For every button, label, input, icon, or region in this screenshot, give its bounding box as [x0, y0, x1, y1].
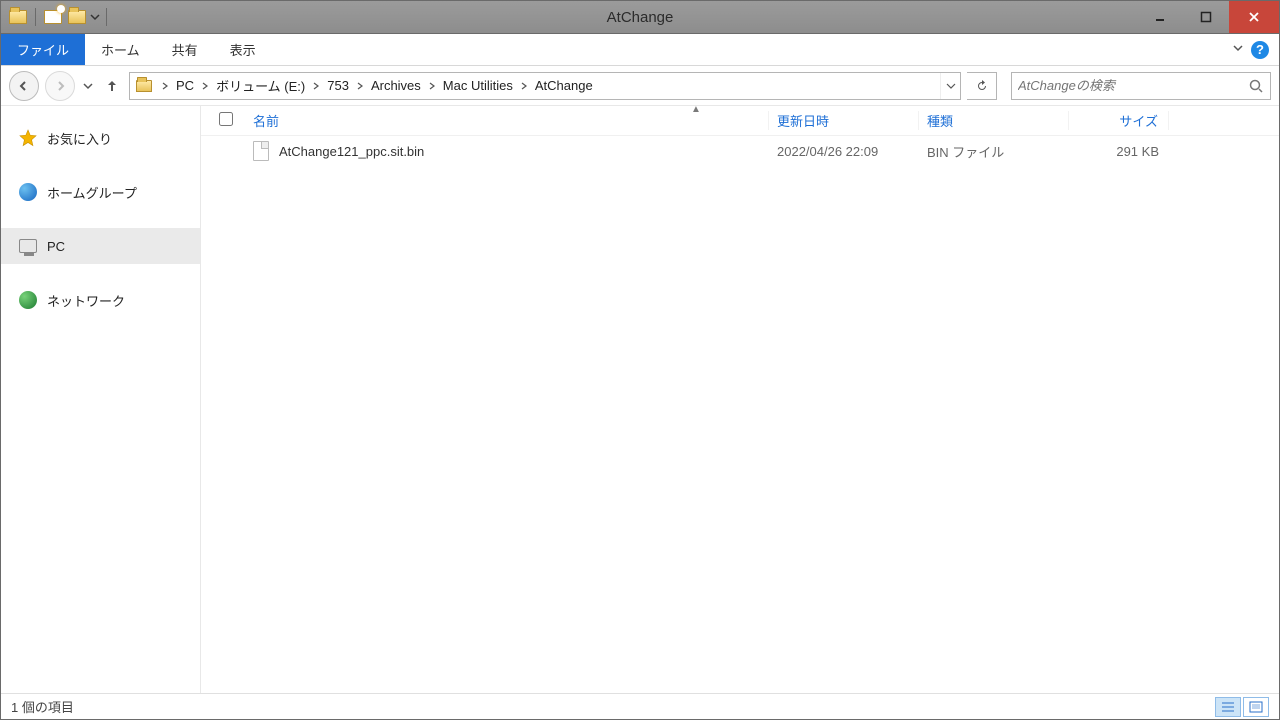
sidebar-item-network[interactable]: ネットワーク	[1, 282, 200, 318]
maximize-button[interactable]	[1183, 1, 1229, 33]
chevron-right-icon[interactable]	[158, 73, 172, 99]
breadcrumb-atchange[interactable]: AtChange	[531, 73, 597, 99]
file-name: AtChange121_ppc.sit.bin	[279, 144, 424, 159]
pc-icon	[19, 239, 37, 253]
file-date: 2022/04/26 22:09	[769, 144, 919, 159]
tab-view[interactable]: 表示	[214, 34, 272, 65]
file-row[interactable]: AtChange121_ppc.sit.bin 2022/04/26 22:09…	[201, 136, 1279, 166]
ribbon-collapse-icon[interactable]	[1231, 41, 1245, 58]
search-box[interactable]	[1011, 72, 1271, 100]
breadcrumb-753[interactable]: 753	[323, 73, 353, 99]
history-dropdown[interactable]	[81, 81, 95, 91]
column-type[interactable]: 種類	[919, 111, 1069, 130]
titlebar: AtChange	[1, 1, 1279, 34]
separator	[106, 8, 107, 26]
separator	[35, 8, 36, 26]
up-button[interactable]	[101, 75, 123, 97]
qat-dropdown[interactable]	[90, 6, 100, 28]
chevron-right-icon[interactable]	[309, 73, 323, 99]
navigation-bar: PC ボリューム (E:) 753 Archives Mac Utilities…	[1, 66, 1279, 106]
view-mode-toggles	[1215, 697, 1269, 717]
file-rows: AtChange121_ppc.sit.bin 2022/04/26 22:09…	[201, 136, 1279, 693]
status-bar: 1 個の項目	[1, 693, 1279, 719]
tab-share[interactable]: 共有	[156, 34, 214, 65]
close-button[interactable]	[1229, 1, 1279, 33]
chevron-right-icon[interactable]	[198, 73, 212, 99]
ribbon-tabs: ファイル ホーム 共有 表示 ?	[1, 34, 1279, 66]
icons-view-button[interactable]	[1243, 697, 1269, 717]
breadcrumb-volume[interactable]: ボリューム (E:)	[212, 73, 309, 99]
tab-home[interactable]: ホーム	[85, 34, 156, 65]
details-view-button[interactable]	[1215, 697, 1241, 717]
sidebar-label: PC	[47, 239, 65, 254]
star-icon	[19, 129, 37, 147]
breadcrumb-archives[interactable]: Archives	[367, 73, 425, 99]
back-button[interactable]	[9, 71, 39, 101]
file-list-pane: 名前 ▲ 更新日時 種類 サイズ AtChange121_ppc.sit.bin…	[201, 106, 1279, 693]
search-input[interactable]	[1018, 78, 1248, 93]
help-icon[interactable]: ?	[1251, 41, 1269, 59]
navigation-pane: お気に入り ホームグループ PC ネットワーク	[1, 106, 201, 693]
chevron-right-icon[interactable]	[517, 73, 531, 99]
quick-access-toolbar	[1, 6, 117, 28]
folder-icon[interactable]	[7, 6, 29, 28]
sidebar-label: ホームグループ	[47, 183, 137, 202]
folder-icon	[130, 80, 158, 92]
sidebar-label: ネットワーク	[47, 291, 125, 310]
file-type: BIN ファイル	[919, 142, 1069, 161]
properties-icon[interactable]	[42, 6, 64, 28]
breadcrumb-macutilities[interactable]: Mac Utilities	[439, 73, 517, 99]
select-all-checkbox[interactable]	[219, 112, 245, 129]
network-icon	[19, 291, 37, 309]
breadcrumb-pc[interactable]: PC	[172, 73, 198, 99]
refresh-button[interactable]	[967, 72, 997, 100]
file-icon	[253, 141, 269, 161]
search-icon[interactable]	[1248, 78, 1264, 94]
address-bar[interactable]: PC ボリューム (E:) 753 Archives Mac Utilities…	[129, 72, 961, 100]
window-title: AtChange	[607, 9, 674, 26]
forward-button[interactable]	[45, 71, 75, 101]
minimize-button[interactable]	[1137, 1, 1183, 33]
column-date[interactable]: 更新日時	[769, 111, 919, 130]
chevron-right-icon[interactable]	[425, 73, 439, 99]
chevron-right-icon[interactable]	[353, 73, 367, 99]
item-count: 1 個の項目	[11, 697, 74, 716]
new-folder-icon[interactable]	[66, 6, 88, 28]
file-size: 291 KB	[1069, 144, 1169, 159]
column-headers: 名前 ▲ 更新日時 種類 サイズ	[201, 106, 1279, 136]
address-dropdown[interactable]	[940, 73, 960, 99]
sidebar-item-pc[interactable]: PC	[1, 228, 200, 264]
sidebar-label: お気に入り	[47, 129, 112, 148]
window-controls	[1137, 1, 1279, 33]
tab-file[interactable]: ファイル	[1, 34, 85, 65]
sort-indicator-icon: ▲	[691, 104, 701, 115]
sidebar-item-favorites[interactable]: お気に入り	[1, 120, 200, 156]
column-size[interactable]: サイズ	[1069, 111, 1169, 130]
sidebar-item-homegroup[interactable]: ホームグループ	[1, 174, 200, 210]
homegroup-icon	[19, 183, 37, 201]
